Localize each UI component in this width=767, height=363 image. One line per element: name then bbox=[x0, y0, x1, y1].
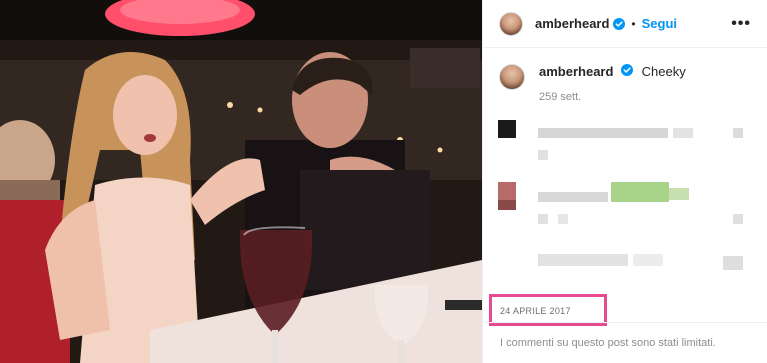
caption-username-link[interactable]: amberheard bbox=[539, 64, 613, 79]
post-photo[interactable] bbox=[0, 0, 482, 363]
comments-footer: I commenti su questo post sono stati lim… bbox=[483, 322, 767, 363]
censored-text bbox=[633, 254, 663, 266]
follow-button[interactable]: Segui bbox=[642, 16, 677, 31]
post-age[interactable]: 259 sett. bbox=[539, 91, 686, 103]
separator-dot: • bbox=[631, 16, 636, 31]
censored-text bbox=[538, 150, 548, 160]
comments-limited-notice: I commenti su questo post sono stati lim… bbox=[500, 337, 716, 349]
more-options-icon[interactable]: ••• bbox=[731, 15, 751, 33]
verified-badge-icon bbox=[621, 64, 634, 76]
censored-comments bbox=[483, 110, 767, 290]
caption-line: amberheard Cheeky bbox=[539, 64, 686, 79]
censored-text bbox=[723, 256, 743, 270]
caption-text: Cheeky bbox=[641, 64, 686, 79]
post-photo-illustration bbox=[0, 0, 482, 363]
censored-text bbox=[538, 254, 628, 266]
post-caption: amberheard Cheeky 259 sett. bbox=[483, 48, 767, 103]
caption-avatar[interactable] bbox=[499, 64, 525, 90]
avatar[interactable] bbox=[499, 11, 523, 36]
censored-text bbox=[673, 128, 693, 138]
censored-text bbox=[538, 214, 548, 224]
censored-text bbox=[733, 214, 743, 224]
censored-avatar bbox=[498, 200, 516, 210]
post-date[interactable]: 24 APRILE 2017 bbox=[500, 306, 571, 316]
censored-text bbox=[538, 192, 608, 202]
censored-text bbox=[558, 214, 568, 224]
post-side-panel: amberheard • Segui ••• amberheard Cheeky bbox=[482, 0, 767, 363]
censored-text bbox=[538, 128, 668, 138]
censored-text bbox=[733, 128, 743, 138]
censored-avatar bbox=[498, 120, 516, 138]
username-link[interactable]: amberheard bbox=[535, 16, 609, 31]
censored-emoji bbox=[611, 182, 669, 202]
censored-text bbox=[669, 188, 689, 200]
censored-avatar bbox=[498, 182, 516, 200]
post-header: amberheard • Segui ••• bbox=[483, 0, 767, 48]
verified-badge-icon bbox=[613, 17, 626, 30]
